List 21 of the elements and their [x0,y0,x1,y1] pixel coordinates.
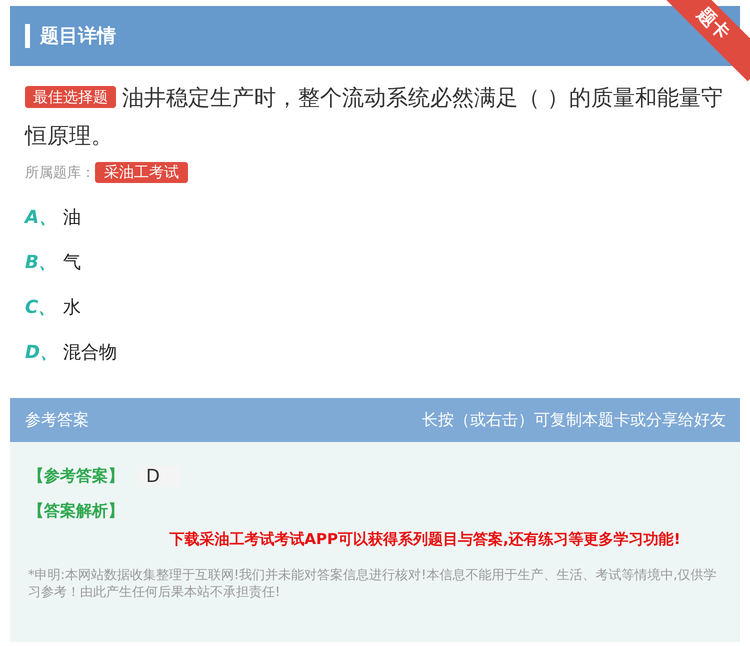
option-letter: A、 [25,206,58,229]
analysis-label: 【答案解析】 [28,501,125,522]
question-text: $^{最佳选择题}$ 油井稳定生产时，整个流动系统必然满足（ ）的质量和能量守恒原理。 [25,85,724,151]
disclaimer-text: *申明:本网站数据收集整理于互联网!我们并未能对答案信息进行核对!本信息不能用于生产、生活、考试等情境中,仅供学习参考！由此产生任何后果本站不承担责任! [28,567,718,601]
question-type-tag: 最佳选择题 [25,86,116,108]
option-text: 气 [63,251,81,274]
app-promo-text: 下载采油工考试考试APP可以获得系列题目与答案,还有练习等更多学习功能! [168,530,682,549]
option-text: 混合物 [63,341,117,364]
answer-value: D [138,466,180,487]
option-letter: B、 [25,251,58,274]
option-text: 油 [63,206,81,229]
option-text: 水 [63,296,81,319]
option-letter: C、 [25,296,58,319]
title-marker-icon [25,24,30,48]
bank-tag[interactable]: 采油工考试 [95,162,188,183]
answer-header-title: 参考答案 [25,410,89,430]
answer-label: 【参考答案】 [28,466,124,487]
header-title: 题目详情 [40,24,116,49]
share-hint: 长按（或右击）可复制本题卡或分享给好友 [422,410,726,430]
bank-label: 所属题库： [25,164,95,182]
option-letter: D、 [25,341,59,364]
